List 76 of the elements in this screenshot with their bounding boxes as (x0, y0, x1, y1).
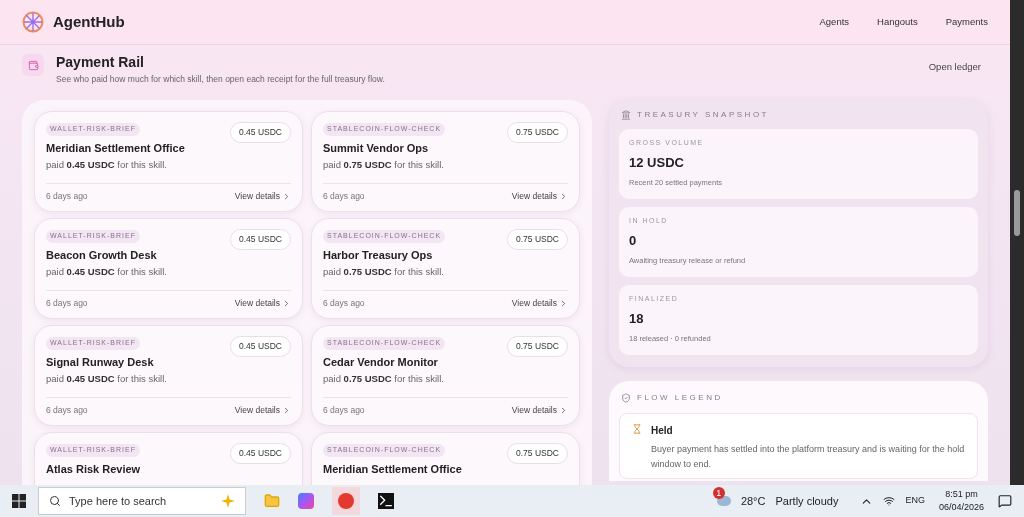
logo-icon (22, 11, 44, 33)
amount-pill: 0.45 USDC (230, 122, 291, 143)
payer-name: Cedar Vendor Monitor (323, 354, 439, 370)
time-ago: 6 days ago (323, 297, 365, 310)
legend-description: Buyer payment has settled into the platform treasury and is waiting for the hold window to end. (651, 443, 965, 471)
nav-link[interactable]: Hangouts (877, 14, 918, 30)
view-details-link[interactable]: View details (511, 190, 568, 203)
clock-date: 06/04/2026 (938, 501, 984, 514)
time-ago: 6 days ago (46, 190, 88, 203)
search-icon (49, 495, 61, 507)
payer-name: Atlas Risk Review (46, 461, 142, 477)
payment-note: paid 0.75 USDC for this skill. (323, 372, 445, 387)
wifi-icon[interactable] (883, 495, 896, 507)
view-details-link[interactable]: View details (234, 297, 291, 310)
weather-condition: Partly cloudy (775, 493, 839, 509)
time-ago: 6 days ago (46, 297, 88, 310)
payer-name: Harbor Treasury Ops (323, 247, 434, 263)
notifications-icon[interactable] (998, 494, 1012, 508)
terminal-icon[interactable] (378, 493, 394, 509)
notification-badge: 1 (712, 487, 725, 499)
taskbar-search-field[interactable]: Type here to search (38, 487, 246, 515)
search-placeholder: Type here to search (69, 493, 168, 509)
payer-name: Meridian Settlement Office (46, 140, 186, 156)
amount-pill: 0.75 USDC (507, 443, 568, 464)
payer-name: Signal Runway Desk (46, 354, 155, 370)
stat-value: 0 (629, 231, 638, 250)
brand-name: AgentHub (53, 11, 125, 32)
chevron-right-icon (559, 192, 568, 202)
stat-value: 12 USDC (629, 153, 685, 172)
bank-icon (621, 110, 631, 120)
wallet-icon (22, 54, 44, 76)
nav-link[interactable]: Payments (945, 14, 988, 30)
time-ago: 6 days ago (323, 404, 365, 417)
sparkle-icon (221, 494, 235, 508)
clock-time: 8:51 pm (945, 487, 978, 501)
nav-link[interactable]: Agents (819, 14, 850, 30)
view-details-link[interactable]: View details (234, 190, 291, 203)
language-indicator[interactable]: ENG (905, 494, 925, 508)
temperature: 28°C (740, 493, 766, 509)
time-ago: 6 days ago (46, 404, 88, 417)
chevron-right-icon (559, 299, 568, 309)
app-icon[interactable] (298, 493, 314, 509)
view-details-link[interactable]: View details (511, 404, 568, 417)
amount-pill: 0.75 USDC (507, 336, 568, 357)
panel-heading: TREASURY SNAPSHOT (637, 109, 769, 121)
payer-name: Meridian Settlement Office (323, 461, 463, 477)
browser-icon[interactable] (332, 487, 360, 515)
chevron-right-icon (559, 406, 568, 416)
payer-name: Beacon Growth Desk (46, 247, 158, 263)
scrollbar[interactable] (1010, 0, 1024, 485)
chevron-right-icon (282, 299, 291, 309)
chevron-right-icon (282, 406, 291, 416)
shield-check-icon (621, 393, 631, 403)
panel-heading: FLOW LEGEND (637, 392, 723, 404)
open-ledger-link[interactable]: Open ledger (928, 60, 981, 75)
view-details-link[interactable]: View details (511, 297, 568, 310)
amount-pill: 0.75 USDC (507, 122, 568, 143)
page-subtitle: See who paid how much for which skill, then open each receipt for the full treasury flow. (56, 73, 385, 86)
hourglass-icon (632, 424, 642, 434)
payment-note: paid 0.75 USDC for this skill. (323, 265, 445, 280)
legend-title: Held (651, 424, 674, 438)
payment-note: paid 0.45 USDC for this skill. (46, 158, 168, 173)
payment-note: paid 0.45 USDC for this skill. (46, 372, 168, 387)
chevron-right-icon (282, 192, 291, 202)
amount-pill: 0.45 USDC (230, 336, 291, 357)
windows-start-icon[interactable] (12, 494, 26, 508)
amount-pill: 0.45 USDC (230, 229, 291, 250)
amount-pill: 0.45 USDC (230, 443, 291, 464)
view-details-link[interactable]: View details (234, 404, 291, 417)
payment-note: paid 0.45 USDC for this skill. (46, 265, 168, 280)
payer-name: Summit Vendor Ops (323, 140, 430, 156)
payment-note: paid 0.75 USDC for this skill. (323, 158, 445, 173)
page-title: Payment Rail (56, 53, 145, 72)
time-ago: 6 days ago (323, 190, 365, 203)
stat-value: 18 (629, 309, 645, 328)
amount-pill: 0.75 USDC (507, 229, 568, 250)
